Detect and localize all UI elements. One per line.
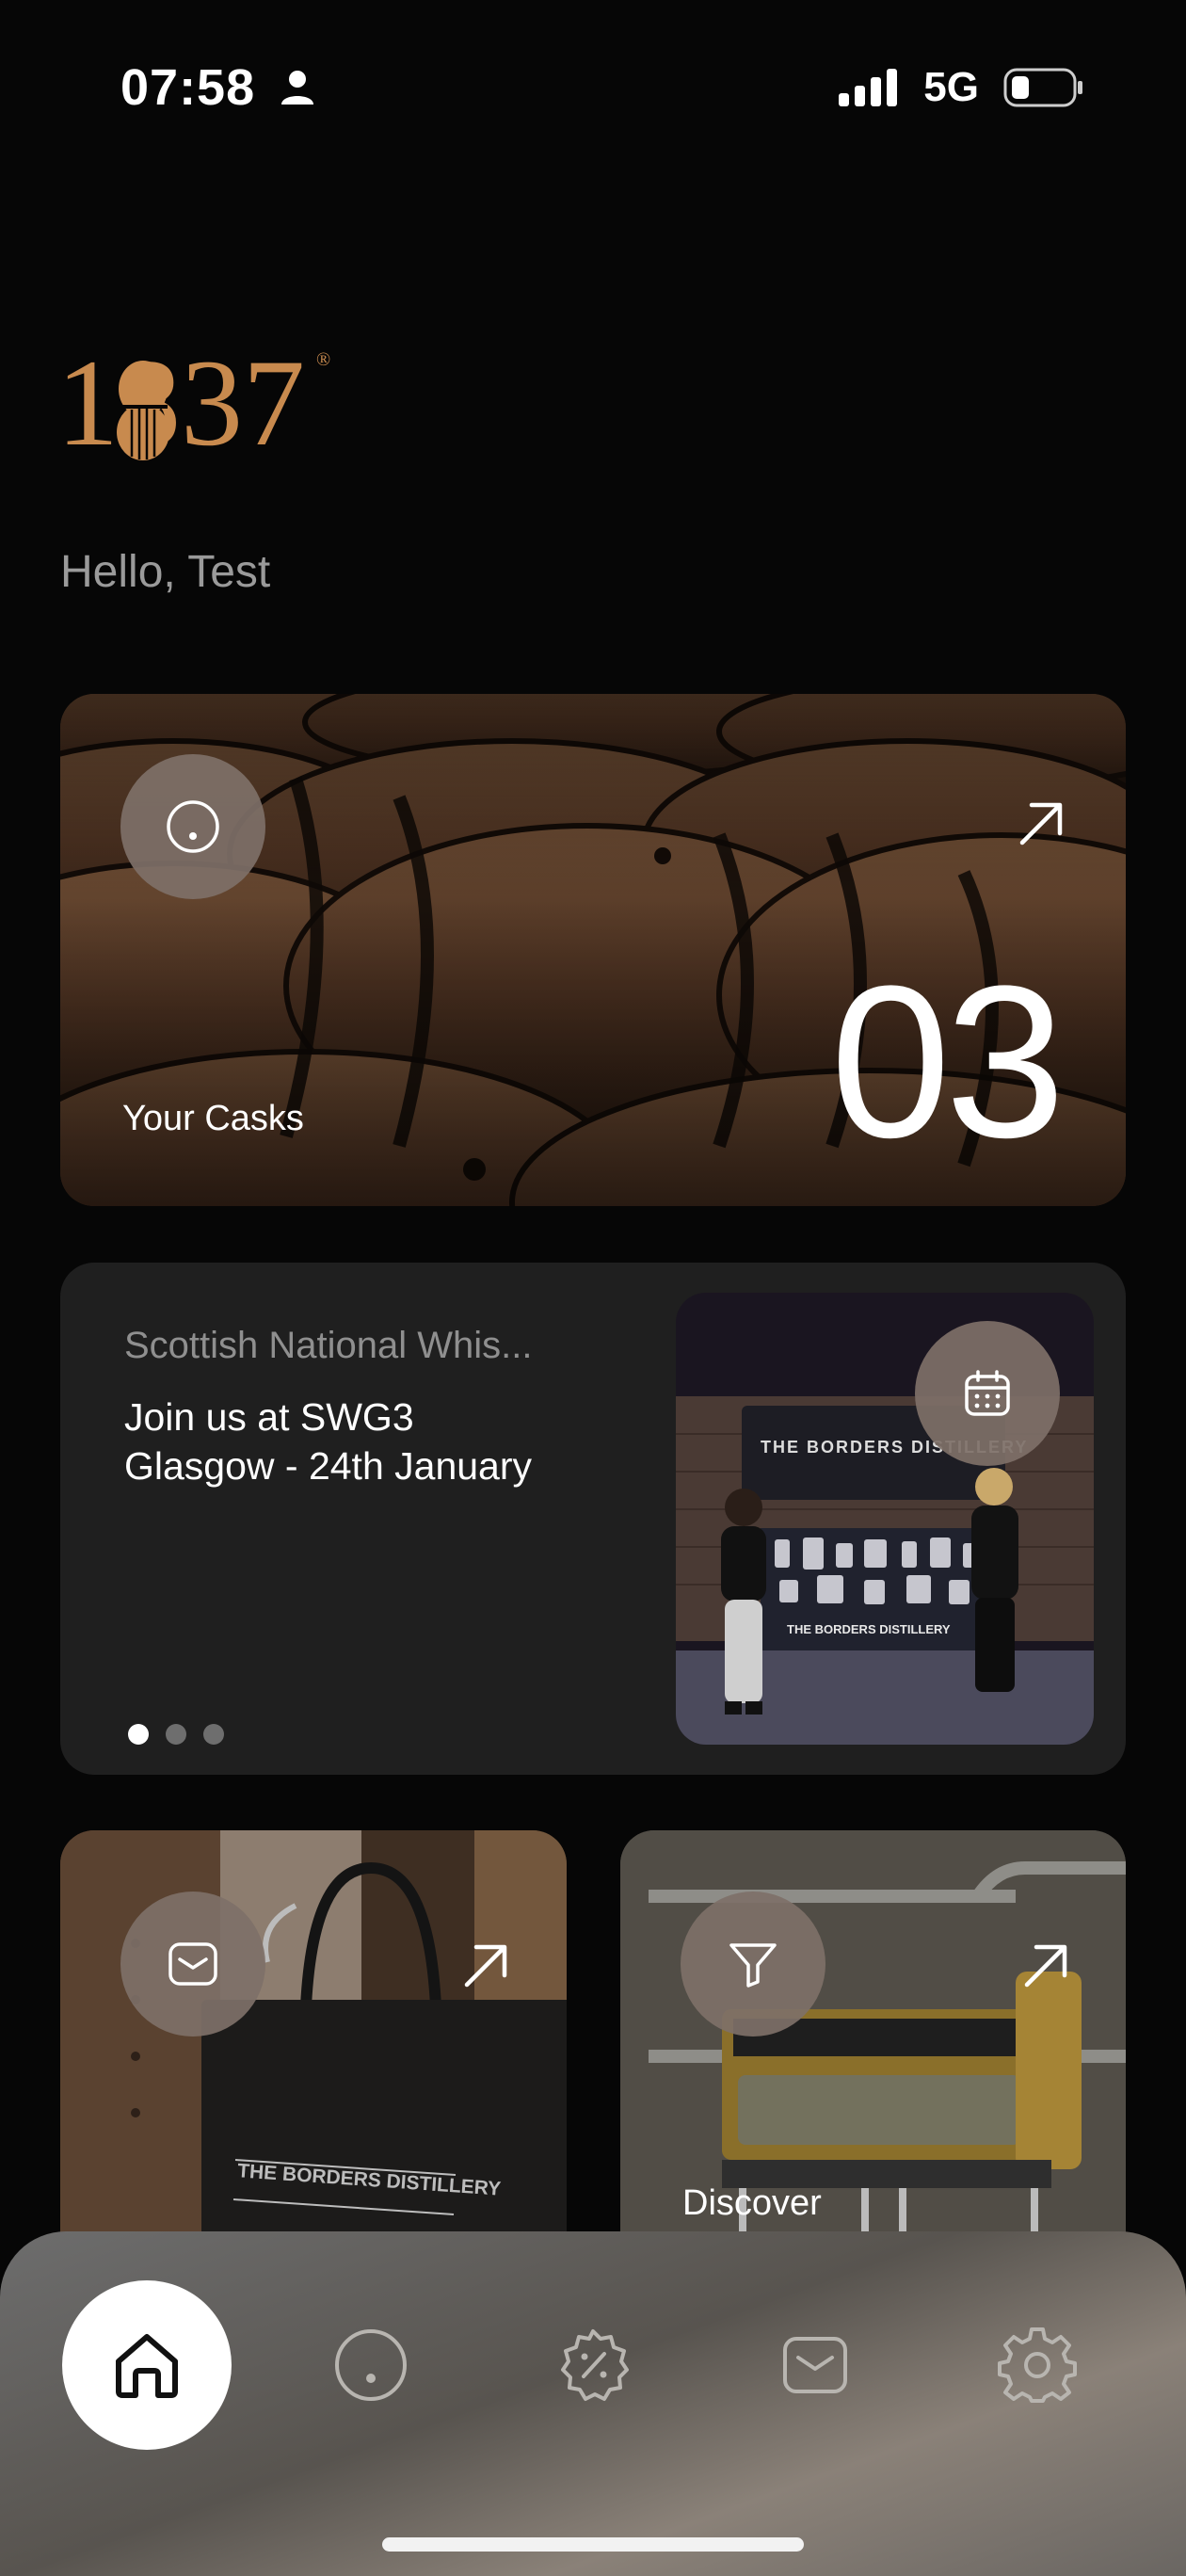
status-time: 07:58 [120, 58, 315, 117]
event-title-line1: Join us at SWG3 [124, 1395, 414, 1439]
greeting: Hello, Test [60, 547, 271, 597]
discover-label: Discover [682, 2183, 822, 2223]
event-category: Scottish National Whis... [124, 1325, 533, 1366]
filter-button[interactable] [681, 1892, 825, 2037]
home-icon [116, 2334, 178, 2398]
event-stand-text: THE BORDERS DISTILLERY [787, 1622, 951, 1636]
carousel-dot-1[interactable] [128, 1724, 149, 1745]
mail-icon [168, 1942, 217, 1986]
arrow-up-right-icon[interactable] [1017, 799, 1066, 848]
logo-text: 1837 [56, 339, 305, 461]
carousel-dot-2[interactable] [166, 1724, 186, 1745]
cask-button[interactable] [120, 754, 265, 899]
carousel-dots[interactable] [128, 1724, 224, 1745]
signal-icon [839, 69, 898, 106]
logo-registered-mark: ® [316, 349, 330, 370]
calendar-button[interactable] [915, 1321, 1060, 1466]
tab-bar [0, 2231, 1186, 2576]
arrow-up-right-icon[interactable] [1021, 1941, 1070, 1990]
tab-messages[interactable] [730, 2280, 900, 2450]
carousel-dot-3[interactable] [203, 1724, 224, 1745]
your-casks-label: Your Casks [122, 1099, 304, 1138]
home-indicator[interactable] [382, 2537, 804, 2552]
status-right: 5G [839, 64, 1084, 111]
event-title-line2: Glasgow - 24th January [124, 1444, 533, 1488]
event-title: Join us at SWG3 Glasgow - 24th January [124, 1393, 651, 1490]
events-card[interactable]: Scottish National Whis... Join us at SWG… [60, 1263, 1126, 1775]
tab-casks[interactable] [286, 2280, 456, 2450]
arrow-up-right-icon[interactable] [461, 1941, 510, 1990]
network-label: 5G [923, 64, 979, 110]
cask-icon [167, 800, 219, 853]
settings-icon [998, 2327, 1077, 2403]
tab-settings[interactable] [953, 2280, 1122, 2450]
calendar-icon [965, 1370, 1010, 1416]
mail-button[interactable] [120, 1892, 265, 2037]
status-time-text: 07:58 [120, 59, 256, 116]
offers-icon [561, 2329, 629, 2401]
tab-offers[interactable] [508, 2280, 678, 2450]
user-status-icon [281, 71, 314, 105]
battery-icon [1003, 68, 1082, 107]
tab-home[interactable] [62, 2280, 232, 2450]
mail-icon [783, 2337, 847, 2393]
your-casks-card[interactable]: Your Casks 03 [60, 694, 1126, 1206]
casks-count: 03 [830, 941, 1066, 1183]
cask-icon [335, 2329, 407, 2401]
filter-icon [729, 1943, 777, 1988]
brand-logo: 1837 ® [56, 339, 330, 461]
